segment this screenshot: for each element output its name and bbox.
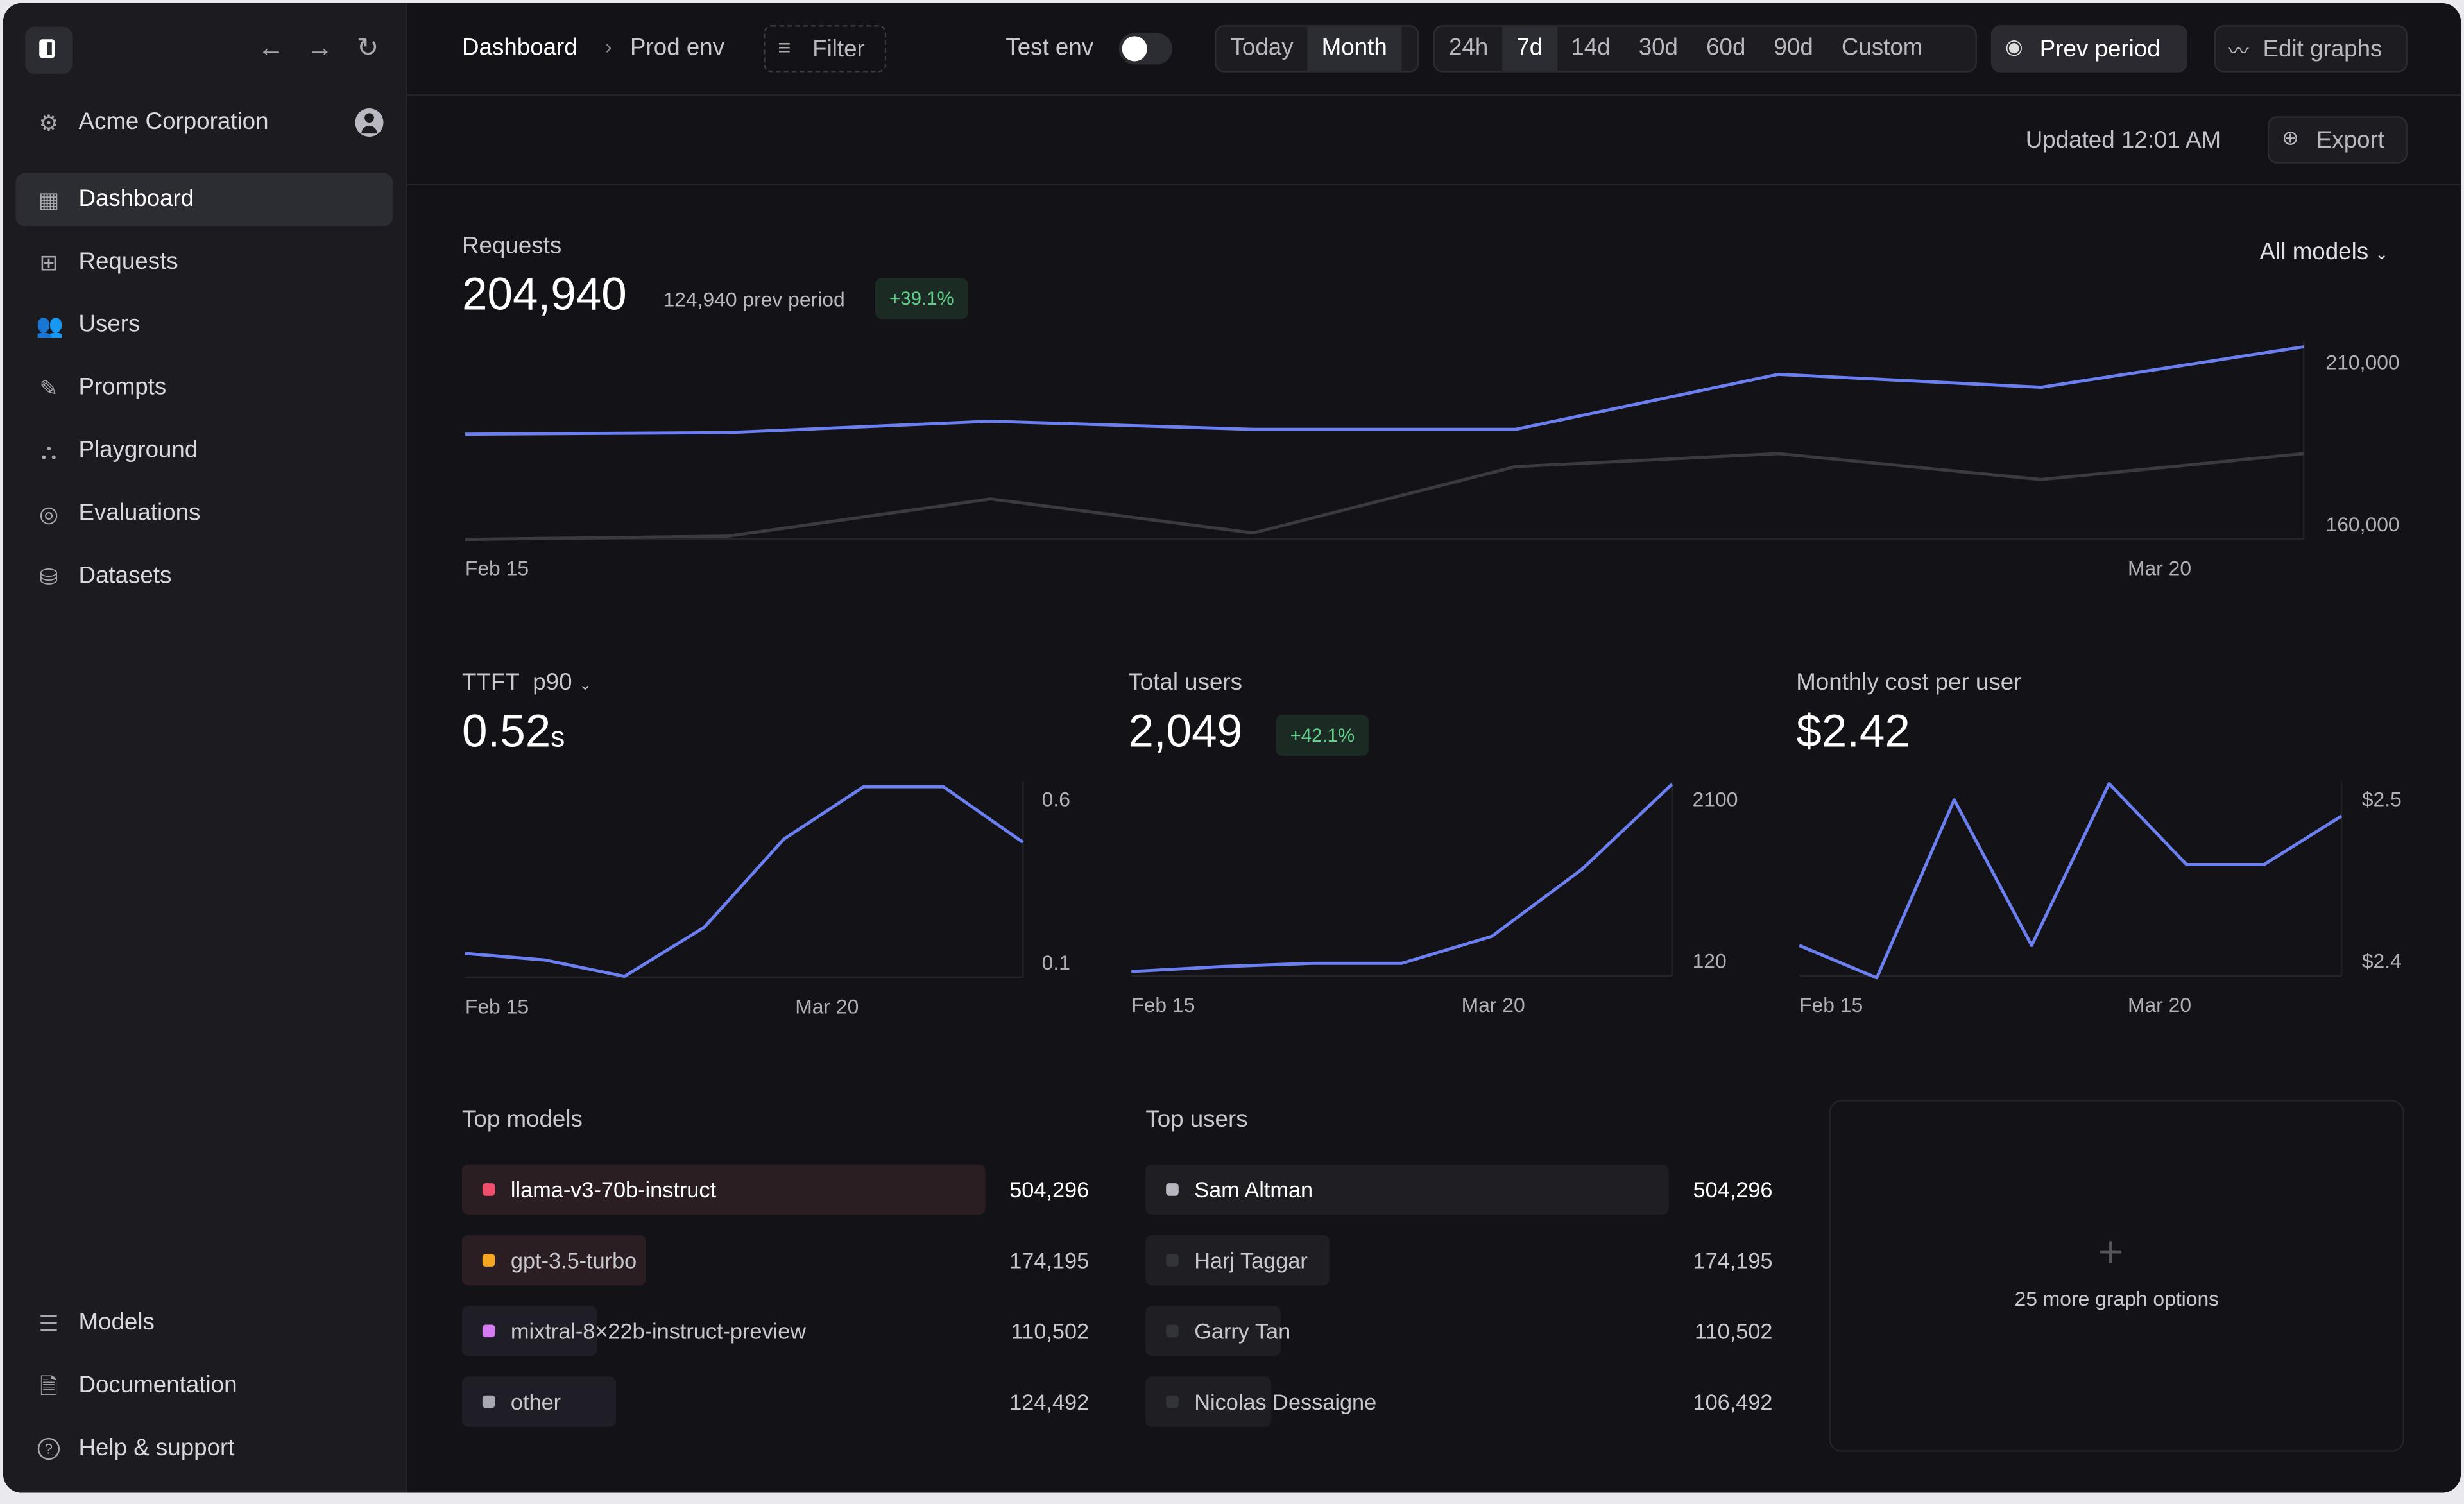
x-tick-label: Mar 20 [1461,993,1525,1017]
x-tick-label: Feb 15 [1131,993,1195,1017]
x-tick-label: Feb 15 [465,995,529,1018]
more-graph-options-card[interactable]: + 25 more graph options [1829,1100,2404,1452]
x-tick-label: Feb 15 [465,556,529,580]
y-tick-label: 0.1 [1041,950,1070,975]
row-name: Harj Taggar [1194,1247,1308,1273]
series-line [1799,782,2343,980]
color-swatch [482,1254,495,1267]
x-tick-label: Mar 20 [2127,556,2192,580]
x-tick-label: Feb 15 [1799,993,1863,1017]
row-name: other [510,1389,561,1415]
series-line [465,785,1024,978]
y-tick-label: 0.6 [1041,787,1070,811]
y-tick-label: 2100 [1692,787,1738,811]
row-name: Garry Tan [1194,1318,1291,1344]
prev-period-line [465,452,2304,542]
row-name: Sam Altman [1194,1177,1313,1202]
row-name: mixtral-8×22b-instruct-preview [510,1318,807,1344]
x-tick-label: Mar 20 [2127,993,2192,1017]
top-models-title: Top models [462,1106,583,1133]
row-value: 110,502 [1695,1318,1773,1344]
list-item[interactable]: llama-v3-70b-instruct 504,296 [462,1164,1090,1215]
x-tick-label: Mar 20 [795,995,859,1018]
color-swatch [482,1183,495,1196]
y-tick-label: 160,000 [2325,512,2400,536]
top-users-title: Top users [1145,1106,1248,1133]
list-item[interactable]: mixtral-8×22b-instruct-preview 110,502 [462,1306,1089,1356]
list-item[interactable]: other 124,492 [462,1376,1090,1427]
series-line [465,345,2304,436]
y-tick-label: 120 [1692,949,1727,973]
y-tick-label: 210,000 [2325,350,2400,374]
row-name: Nicolas Dessaigne [1194,1389,1377,1415]
app-window: ← → ↻ ⚙ Acme Corporation ▦ Dashboard ⊞ Requ… [3,3,2461,1493]
more-graph-options-label: 25 more graph options [2014,1286,2220,1311]
color-swatch [1166,1324,1179,1338]
y-tick-label: $2.5 [2361,787,2402,811]
list-item[interactable]: Garry Tan 110,502 [1145,1306,1772,1356]
row-name: llama-v3-70b-instruct [510,1177,717,1202]
plus-icon: + [2098,1227,2124,1276]
color-swatch [1166,1395,1179,1408]
list-item[interactable]: Harj Taggar 174,195 [1145,1235,1773,1286]
row-value: 106,492 [1693,1389,1773,1415]
color-swatch [1166,1183,1179,1196]
color-swatch [482,1324,495,1338]
row-value: 174,195 [1693,1247,1773,1273]
row-name: gpt-3.5-turbo [510,1247,637,1273]
row-value: 110,502 [1011,1318,1090,1344]
y-tick-label: $2.4 [2361,949,2402,973]
series-line [1131,783,1673,973]
color-swatch [482,1395,495,1408]
row-value: 174,195 [1009,1247,1090,1273]
row-value: 504,296 [1009,1177,1090,1202]
list-item[interactable]: gpt-3.5-turbo 174,195 [462,1235,1090,1286]
row-value: 124,492 [1009,1389,1090,1415]
list-item[interactable]: Nicolas Dessaigne 106,492 [1145,1376,1773,1427]
row-value: 504,296 [1693,1177,1773,1202]
color-swatch [1166,1254,1179,1267]
list-item[interactable]: Sam Altman 504,296 [1145,1164,1773,1215]
